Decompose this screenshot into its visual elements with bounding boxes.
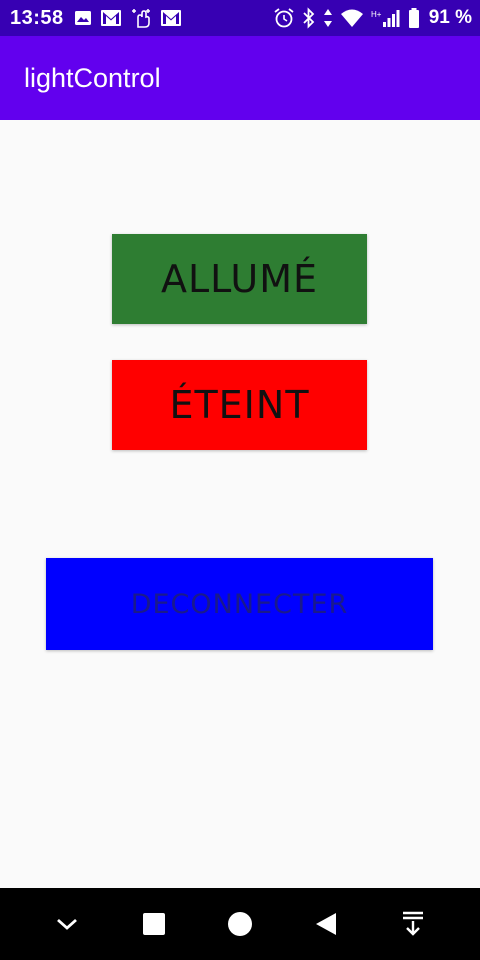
battery-icon	[408, 7, 420, 29]
battery-percentage: 91 %	[428, 7, 472, 28]
gmail-icon	[160, 9, 182, 27]
gmail-icon	[100, 9, 122, 27]
disconnect-button[interactable]: DECONNECTER	[46, 558, 433, 650]
main-content: ALLUMÉ ÉTEINT DECONNECTER	[0, 120, 480, 888]
signal-icon: H+	[371, 8, 401, 28]
data-arrows-icon	[323, 7, 333, 29]
wifi-icon	[340, 8, 364, 28]
notification-icons	[74, 8, 182, 28]
alarm-icon	[273, 7, 295, 29]
home-circle-icon[interactable]	[216, 900, 264, 948]
notifications-pull-icon[interactable]	[389, 900, 437, 948]
bluetooth-icon	[302, 7, 316, 29]
status-bar: 13:58 H+ 91 %	[0, 0, 480, 36]
image-icon	[74, 9, 92, 27]
navigation-bar	[0, 888, 480, 960]
swipe-hand-icon	[130, 8, 152, 28]
recents-square-icon[interactable]	[130, 900, 178, 948]
svg-text:H+: H+	[371, 10, 382, 19]
app-title: lightControl	[24, 62, 161, 93]
app-bar: lightControl	[0, 36, 480, 120]
back-triangle-icon[interactable]	[302, 900, 350, 948]
status-time: 13:58	[10, 6, 64, 29]
status-left: 13:58	[10, 7, 182, 30]
turn-on-button[interactable]: ALLUMÉ	[112, 234, 367, 324]
status-right: H+ 91 %	[273, 7, 472, 29]
chevron-down-icon[interactable]	[43, 900, 91, 948]
turn-off-button[interactable]: ÉTEINT	[112, 360, 367, 450]
